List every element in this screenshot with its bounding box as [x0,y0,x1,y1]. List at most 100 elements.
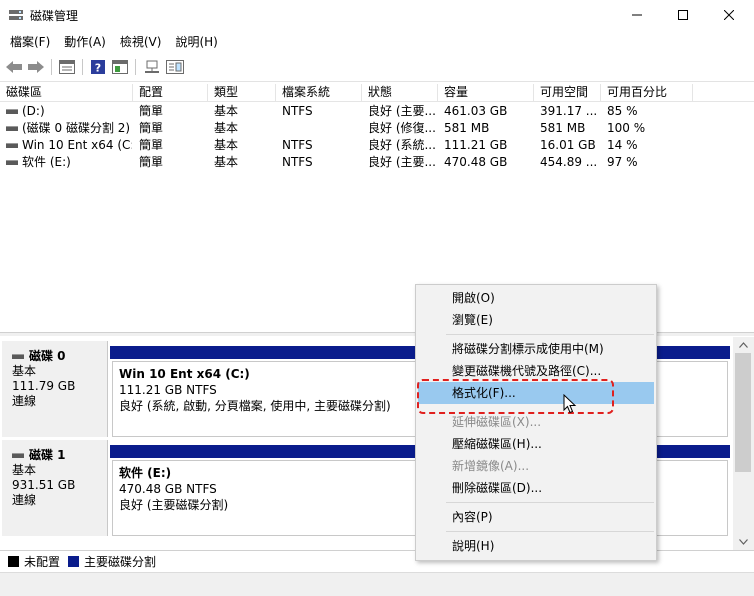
menu-bar: 檔案(F) 動作(A) 檢視(V) 說明(H) [0,30,754,52]
legend-swatch-unallocated [8,556,19,567]
cell-capacity: 581 MB [444,121,490,135]
menu-item-shrink-volume[interactable]: 壓縮磁碟區(H)... [418,433,654,455]
cell-volume: (D:) [22,104,45,118]
show-pane-button[interactable] [110,57,130,77]
window-title: 磁碟管理 [30,9,79,23]
minimize-button[interactable] [614,0,660,30]
cell-layout: 簡單 [139,138,164,152]
cell-free-space: 16.01 GB [540,138,596,152]
cell-filesystem: NTFS [282,155,313,169]
volume-icon [6,109,18,114]
cell-free-space: 454.89 ... [540,155,598,169]
disk-icon [12,354,24,359]
disk-icon [12,453,24,458]
back-icon [6,61,22,73]
scroll-up-button[interactable] [733,337,754,353]
disk-1-type: 基本 [12,463,37,477]
disk-0-name: 磁碟 0 [29,349,66,363]
table-row[interactable]: Win 10 Ent x64 (C:) 簡單 基本 NTFS 良好 (系統...… [0,137,754,154]
menu-item-help[interactable]: 說明(H) [418,535,654,557]
back-button[interactable] [4,57,24,77]
scroll-down-button[interactable] [733,534,754,550]
vertical-scrollbar[interactable] [733,337,754,550]
status-bar [0,572,754,596]
menu-item-explore[interactable]: 瀏覽(E) [418,309,654,331]
disk-management-app-icon [8,8,24,22]
legend-unallocated: 未配置 [24,555,61,569]
cell-type: 基本 [214,155,239,169]
menu-view[interactable]: 檢視(V) [120,33,162,50]
cell-type: 基本 [214,138,239,152]
disk-1-label[interactable]: 磁碟 1 基本 931.51 GB 連線 [2,440,108,536]
disk-0-status: 連線 [12,394,37,408]
maximize-button[interactable] [660,0,706,30]
disk-1-status: 連線 [12,493,37,507]
menu-item-extend-volume[interactable]: 延伸磁碟區(X)... [418,411,654,433]
cell-layout: 簡單 [139,104,164,118]
volume-icon [6,143,18,148]
chevron-up-icon [739,342,748,348]
table-row[interactable]: 软件 (E:) 簡單 基本 NTFS 良好 (主要... 470.48 GB 4… [0,154,754,171]
volume-icon [6,126,18,131]
settings-button[interactable] [165,57,185,77]
maximize-icon [678,10,688,20]
column-header-free-space[interactable]: 可用空間 [534,84,601,101]
format-callout-outline [417,379,614,414]
disk-1-name: 磁碟 1 [29,448,66,462]
cell-status: 良好 (主要... [368,155,436,169]
column-header-status[interactable]: 狀態 [362,84,438,101]
disk-1-size: 931.51 GB [12,478,76,492]
forward-icon [28,61,44,73]
cell-capacity: 111.21 GB [444,138,508,152]
cell-volume: Win 10 Ent x64 (C:) [22,138,132,152]
show-pane-icon [112,60,128,74]
connect-icon [145,60,159,73]
context-menu: 開啟(O) 瀏覽(E) 將磁碟分割標示成使用中(M) 變更磁碟機代號及路徑(C)… [415,284,657,561]
settings-icon [166,60,184,74]
column-header-volume[interactable]: 磁碟區 [0,84,133,101]
menu-item-delete-volume[interactable]: 刪除磁碟區(D)... [418,477,654,499]
column-header-capacity[interactable]: 容量 [438,84,534,101]
cell-free-space: 581 MB [540,121,586,135]
close-button[interactable] [706,0,752,30]
column-header-filesystem[interactable]: 檔案系統 [276,84,362,101]
cell-type: 基本 [214,104,239,118]
disk-0-type: 基本 [12,364,37,378]
column-header-type[interactable]: 類型 [208,84,276,101]
menu-help[interactable]: 說明(H) [175,33,217,50]
cell-percent-free: 100 % [607,121,646,135]
column-header-percent-free[interactable]: 可用百分比 [601,84,693,101]
table-row[interactable]: (D:) 簡單 基本 NTFS 良好 (主要... 461.03 GB 391.… [0,103,754,120]
cell-type: 基本 [214,121,239,135]
table-row[interactable]: (磁碟 0 磁碟分割 2) 簡單 基本 良好 (修復... 581 MB 581… [0,120,754,137]
menu-item-mark-active[interactable]: 將磁碟分割標示成使用中(M) [418,338,654,360]
chevron-down-icon [739,539,748,545]
legend-primary-partition: 主要磁碟分割 [84,555,157,569]
scroll-thumb[interactable] [735,353,751,472]
cell-capacity: 461.03 GB [444,104,508,118]
forward-button[interactable] [26,57,46,77]
help-button[interactable]: ? [88,57,108,77]
connect-button[interactable] [142,57,162,77]
help-icon: ? [91,60,105,75]
menu-item-open[interactable]: 開啟(O) [418,287,654,309]
properties-button[interactable] [57,57,77,77]
menu-file[interactable]: 檔案(F) [10,33,50,50]
legend-swatch-primary [68,556,80,567]
cell-status: 良好 (系統... [368,138,436,152]
cell-volume: (磁碟 0 磁碟分割 2) [22,121,131,135]
svg-text:?: ? [95,62,101,75]
toolbar: ? [0,52,754,82]
menu-item-add-mirror[interactable]: 新增鏡像(A)... [418,455,654,477]
cell-percent-free: 85 % [607,104,638,118]
mouse-pointer-icon [563,394,577,414]
menu-item-properties[interactable]: 內容(P) [418,506,654,528]
disk-0-label[interactable]: 磁碟 0 基本 111.79 GB 連線 [2,341,108,437]
menu-action[interactable]: 動作(A) [64,33,106,50]
cell-layout: 簡單 [139,121,164,135]
column-header-layout[interactable]: 配置 [133,84,208,101]
cell-percent-free: 97 % [607,155,638,169]
cell-status: 良好 (主要... [368,104,436,118]
cell-free-space: 391.17 ... [540,104,598,118]
minimize-icon [632,14,642,16]
